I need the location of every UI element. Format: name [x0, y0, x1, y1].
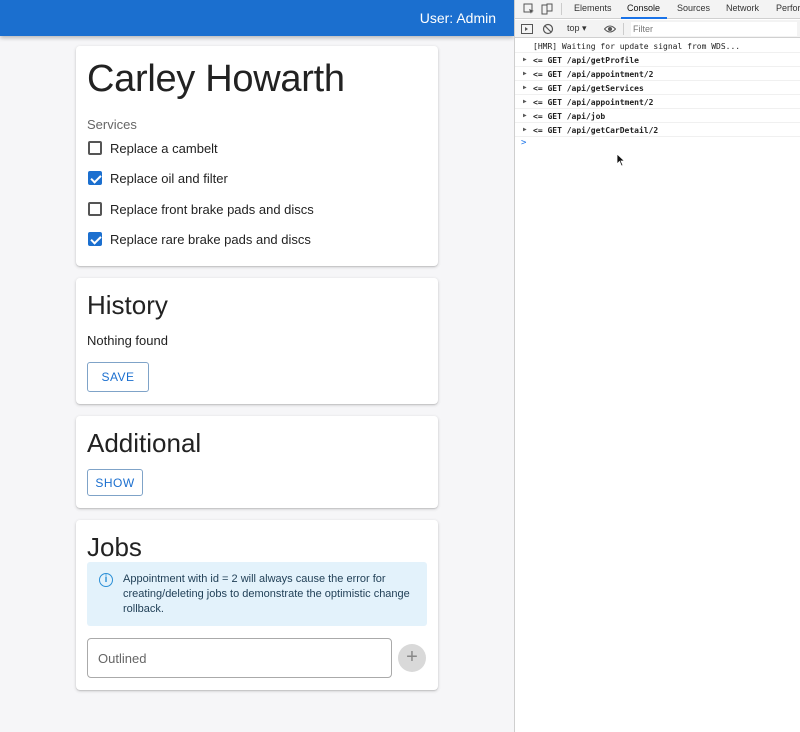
tab-elements[interactable]: Elements	[574, 3, 612, 13]
mouse-cursor-icon	[616, 153, 626, 167]
service-label: Replace front brake pads and discs	[110, 201, 314, 217]
history-title: History	[87, 290, 168, 320]
devtools-panel: Elements Console Sources Network Perfor …	[514, 0, 800, 732]
job-input[interactable]	[88, 639, 391, 677]
console-text: [HMR] Waiting for update signal from WDS…	[533, 42, 741, 51]
history-card: History Nothing found SAVE	[76, 278, 438, 404]
save-button[interactable]: SAVE	[87, 362, 149, 392]
eye-icon[interactable]	[604, 23, 616, 35]
active-tab-indicator	[621, 17, 667, 19]
inspect-element-icon[interactable]	[523, 3, 535, 15]
additional-title: Additional	[87, 428, 202, 458]
customer-name: Carley Howarth	[87, 58, 345, 100]
additional-card: Additional SHOW	[76, 416, 438, 508]
info-alert: i Appointment with id = 2 will always ca…	[87, 562, 427, 626]
context-value: top	[567, 23, 580, 33]
service-option[interactable]: Replace a cambelt	[88, 139, 218, 157]
service-label: Replace a cambelt	[110, 140, 218, 156]
history-empty-text: Nothing found	[87, 333, 168, 348]
devtools-tabbar: Elements Console Sources Network Perfor	[515, 0, 800, 19]
console-text: <= GET /api/getProfile	[533, 56, 639, 65]
filter-box[interactable]	[631, 22, 797, 36]
app-bar: User: Admin	[0, 0, 514, 36]
tab-sources[interactable]: Sources	[677, 3, 710, 13]
alert-text: Appointment with id = 2 will always caus…	[123, 573, 410, 615]
console-line[interactable]: ▶ <= GET /api/appointment/2	[515, 67, 800, 81]
clear-console-icon[interactable]	[542, 23, 554, 35]
context-selector[interactable]: top ▾	[567, 23, 587, 34]
service-checkbox[interactable]	[88, 202, 102, 216]
console-text: <= GET /api/job	[533, 112, 606, 121]
info-icon: i	[99, 573, 113, 587]
expand-arrow-icon[interactable]: ▶	[523, 70, 527, 77]
tab-console[interactable]: Console	[627, 3, 660, 13]
expand-arrow-icon[interactable]: ▶	[523, 112, 527, 119]
sidebar-toggle-icon[interactable]	[521, 23, 533, 35]
tab-separator	[561, 3, 562, 15]
profile-card: Carley Howarth Services Replace a cambel…	[76, 46, 438, 266]
console-toolbar: top ▾	[515, 20, 800, 38]
service-checkbox[interactable]	[88, 232, 102, 246]
device-toggle-icon[interactable]	[541, 3, 553, 15]
tab-network[interactable]: Network	[726, 3, 759, 13]
chevron-down-icon: ▾	[582, 23, 587, 33]
console-text: <= GET /api/appointment/2	[533, 98, 654, 107]
service-option[interactable]: Replace rare brake pads and discs	[88, 230, 311, 248]
tab-performance[interactable]: Perfor	[776, 3, 800, 13]
service-label: Replace rare brake pads and discs	[110, 231, 311, 247]
console-line[interactable]: ▶ <= GET /api/job	[515, 109, 800, 123]
toolbar-separator	[623, 23, 624, 35]
job-input-field[interactable]	[87, 638, 392, 678]
service-checkbox[interactable]	[88, 171, 102, 185]
app-pane: User: Admin Carley Howarth Services Repl…	[0, 0, 514, 732]
console-text: <= GET /api/getCarDetail/2	[533, 126, 659, 135]
user-label: User: Admin	[419, 10, 496, 26]
console-text: <= GET /api/getServices	[533, 84, 644, 93]
console-prompt[interactable]: >	[521, 138, 526, 148]
service-checkbox[interactable]	[88, 141, 102, 155]
console-line[interactable]: ▶ <= GET /api/getServices	[515, 81, 800, 95]
console-line[interactable]: ▶ <= GET /api/getCarDetail/2	[515, 123, 800, 137]
services-label: Services	[87, 117, 137, 132]
filter-input[interactable]	[633, 22, 797, 36]
console-text: <= GET /api/appointment/2	[533, 70, 654, 79]
service-option[interactable]: Replace oil and filter	[88, 169, 228, 187]
expand-arrow-icon[interactable]: ▶	[523, 126, 527, 133]
console-line: [HMR] Waiting for update signal from WDS…	[515, 39, 800, 53]
service-option[interactable]: Replace front brake pads and discs	[88, 200, 314, 218]
add-job-button[interactable]: +	[398, 644, 426, 672]
service-label: Replace oil and filter	[110, 170, 228, 186]
show-button[interactable]: SHOW	[87, 469, 143, 496]
jobs-title: Jobs	[87, 532, 142, 562]
expand-arrow-icon[interactable]: ▶	[523, 56, 527, 63]
console-line[interactable]: ▶ <= GET /api/getProfile	[515, 53, 800, 67]
jobs-card: Jobs i Appointment with id = 2 will alwa…	[76, 520, 438, 690]
console-line[interactable]: ▶ <= GET /api/appointment/2	[515, 95, 800, 109]
expand-arrow-icon[interactable]: ▶	[523, 98, 527, 105]
expand-arrow-icon[interactable]: ▶	[523, 84, 527, 91]
